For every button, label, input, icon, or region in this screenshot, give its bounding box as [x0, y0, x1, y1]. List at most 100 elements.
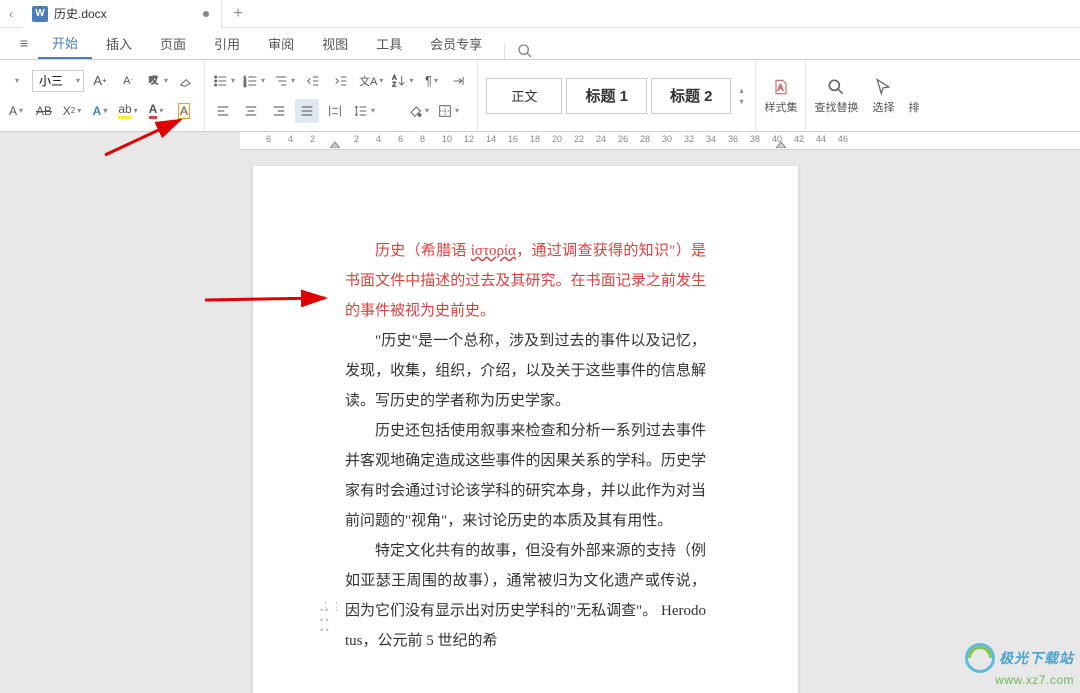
menu-page[interactable]: 页面 [146, 27, 200, 59]
number-list-button[interactable]: 123▾ [241, 69, 267, 93]
menu-reference[interactable]: 引用 [200, 27, 254, 59]
tab-nav-prev[interactable]: ‹ [0, 0, 22, 28]
sort-icon: AZ [391, 73, 407, 89]
word-doc-icon: W [32, 6, 48, 22]
font-family-dropdown[interactable]: ▾ [4, 69, 28, 93]
paint-bucket-icon [407, 103, 423, 119]
ruler-tick: 24 [596, 134, 606, 144]
search-icon [517, 43, 533, 59]
line-spacing-button[interactable]: ▾ [351, 99, 377, 123]
multilevel-list-button[interactable]: ▾ [271, 69, 297, 93]
text-effect-button[interactable]: A▾ [88, 99, 112, 123]
align-left-button[interactable] [211, 99, 235, 123]
style-heading1[interactable]: 标题 1 [566, 78, 647, 114]
menu-view[interactable]: 视图 [308, 27, 362, 59]
ruler-tick: 42 [794, 134, 804, 144]
select-button[interactable]: 选择 [872, 77, 894, 115]
increase-font-button[interactable]: A+ [88, 69, 112, 93]
find-replace-button[interactable]: 查找替换 [814, 77, 858, 115]
outdent-list-icon [273, 73, 289, 89]
find-icon [826, 77, 846, 97]
indent-marker-left[interactable] [330, 138, 340, 148]
ruler-tick: 16 [508, 134, 518, 144]
ruler-tick: 30 [662, 134, 672, 144]
watermark-brand: 极光下载站 [999, 648, 1074, 668]
decrease-indent-button[interactable] [301, 69, 325, 93]
style-presets-button[interactable]: A 样式集 [764, 77, 797, 115]
show-marks-button[interactable]: ¶▾ [419, 69, 443, 93]
paragraph-2[interactable]: "历史"是一个总称，涉及到过去的事件以及记忆，发现，收集，组织，介绍，以及关于这… [345, 326, 706, 416]
paragraph-4[interactable]: 特定文化共有的故事，但没有外部来源的支持（例如亚瑟王周围的故事），通常被归为文化… [345, 536, 706, 656]
svg-text:Z: Z [393, 82, 397, 88]
align-justify-icon [299, 103, 315, 119]
underline-button[interactable]: A▾ [4, 99, 28, 123]
shading-button[interactable]: ▾ [405, 99, 431, 123]
border-icon [437, 103, 453, 119]
ruler-tick: 26 [618, 134, 628, 144]
ruler-tick: 14 [486, 134, 496, 144]
text-direction-button[interactable]: 文A▾ [357, 69, 385, 93]
paragraph-1[interactable]: 历史（希腊语 ἱστορία，通过调查获得的知识"）是书面文件中描述的过去及其研… [345, 236, 706, 326]
styles-expand[interactable]: ▴▾ [735, 86, 747, 106]
ruler-tick: 18 [530, 134, 540, 144]
watermark: 极光下载站 www.xz7.com [965, 643, 1074, 687]
font-color-button[interactable]: A▾ [144, 99, 168, 123]
styles-gallery: 正文 标题 1 标题 2 ▴▾ [478, 78, 755, 114]
align-justify-button[interactable] [295, 99, 319, 123]
new-tab-button[interactable]: + [222, 5, 254, 23]
distribute-icon [327, 103, 343, 119]
change-case-button[interactable]: 哎▾ [144, 69, 170, 93]
document-page[interactable]: 历史（希腊语 ἱστορία，通过调查获得的知识"）是书面文件中描述的过去及其研… [253, 166, 798, 693]
ruler-tick: 12 [464, 134, 474, 144]
ruler-tick: 20 [552, 134, 562, 144]
horizontal-ruler[interactable]: 6422468101214161820222426283032343638404… [240, 132, 1080, 150]
search-button[interactable] [504, 43, 544, 59]
style-heading2[interactable]: 标题 2 [651, 78, 732, 114]
presets-icon: A [771, 77, 791, 97]
ruler-tick: 8 [420, 134, 425, 144]
sort-button[interactable]: AZ▾ [389, 69, 415, 93]
menu-review[interactable]: 审阅 [254, 27, 308, 59]
decrease-font-button[interactable]: A- [116, 69, 140, 93]
numbering-icon: 123 [243, 73, 259, 89]
align-left-icon [215, 103, 231, 119]
ruler-tick: 28 [640, 134, 650, 144]
ruler-tick: 38 [750, 134, 760, 144]
arrange-button[interactable]: 排 [908, 77, 924, 115]
menu-start[interactable]: 开始 [38, 27, 92, 59]
indent-left-icon [305, 73, 321, 89]
menu-vip[interactable]: 会员专享 [416, 27, 496, 59]
ruler-tick: 44 [816, 134, 826, 144]
ruler-tick: 2 [354, 134, 359, 144]
strike-button[interactable]: AB [32, 99, 56, 123]
style-normal[interactable]: 正文 [486, 78, 562, 114]
tabs-button[interactable] [447, 69, 471, 93]
align-center-button[interactable] [239, 99, 263, 123]
menu-insert[interactable]: 插入 [92, 27, 146, 59]
app-menu-button[interactable]: ≡ [10, 27, 38, 59]
align-right-icon [271, 103, 287, 119]
ruler-tick: 2 [310, 134, 315, 144]
align-right-button[interactable] [267, 99, 291, 123]
cursor-icon [873, 77, 893, 97]
paragraph-3[interactable]: 历史还包括使用叙事来检查和分析一系列过去事件并客观地确定造成这些事件的因果关系的… [345, 416, 706, 536]
font-size-select[interactable]: 小三 [32, 70, 84, 92]
bullets-icon [213, 73, 229, 89]
increase-indent-button[interactable] [329, 69, 353, 93]
border-button[interactable]: ▾ [435, 99, 461, 123]
watermark-url: www.xz7.com [995, 673, 1074, 687]
highlight-button[interactable]: ab▾ [116, 99, 140, 123]
menu-tools[interactable]: 工具 [362, 27, 416, 59]
superscript-button[interactable]: X2▾ [60, 99, 84, 123]
distribute-button[interactable] [323, 99, 347, 123]
presets-label: 样式集 [764, 99, 797, 115]
char-shading-button[interactable]: A [172, 99, 196, 123]
ruler-tick: 6 [266, 134, 271, 144]
svg-text:3: 3 [244, 83, 247, 88]
watermark-logo-icon [965, 643, 995, 673]
drag-handle-icon-2[interactable]: • •• •• • [320, 605, 329, 635]
document-tab[interactable]: W 历史.docx [22, 0, 222, 28]
bullet-list-button[interactable]: ▾ [211, 69, 237, 93]
document-canvas[interactable]: 历史（希腊语 ἱστορία，通过调查获得的知识"）是书面文件中描述的过去及其研… [0, 150, 1080, 693]
clear-format-button[interactable] [174, 69, 198, 93]
